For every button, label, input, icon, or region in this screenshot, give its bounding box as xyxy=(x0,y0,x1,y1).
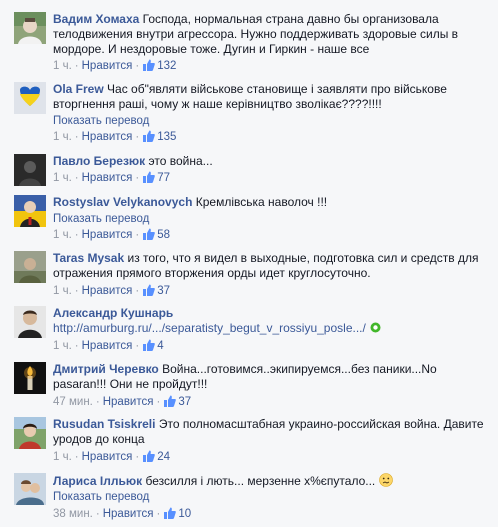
comment-author[interactable]: Rostyslav Velykanovych xyxy=(53,195,192,209)
like-button[interactable]: Нравится xyxy=(82,451,133,463)
comment: Ola Frew Час об"являти військове станови… xyxy=(0,82,490,152)
comment: Вадим Хомаха Господа, нормальная страна … xyxy=(0,12,490,72)
like-button[interactable]: Нравится xyxy=(82,131,133,143)
like-button[interactable]: Нравится xyxy=(82,60,133,72)
avatar[interactable] xyxy=(14,154,46,186)
comment-author[interactable]: Rusudan Tsiskreli xyxy=(53,417,155,431)
confused-emoji-icon xyxy=(378,473,393,487)
external-link-icon[interactable] xyxy=(370,322,381,333)
like-button[interactable]: Нравится xyxy=(82,172,133,184)
comments-feed: Вадим Хомаха Господа, нормальная страна … xyxy=(0,0,498,527)
comment-author[interactable]: Лариса Ілльюк xyxy=(53,474,142,488)
show-translation-link[interactable]: Показать перевод xyxy=(53,114,149,129)
thumbs-up-icon xyxy=(143,339,156,351)
like-button[interactable]: Нравится xyxy=(82,285,133,297)
comment-time[interactable]: 38 мин. xyxy=(53,508,93,520)
comment: Rusudan Tsiskreli Это полномасштабная ук… xyxy=(0,417,490,467)
comment-time[interactable]: 1 ч. xyxy=(53,340,72,352)
like-button[interactable]: Нравится xyxy=(103,396,154,408)
show-translation-link[interactable]: Показать перевод xyxy=(53,212,149,227)
comment: Rostyslav Velykanovych Кремлівська навол… xyxy=(0,195,490,245)
comment-time[interactable]: 1 ч. xyxy=(53,131,72,143)
like-button[interactable]: Нравится xyxy=(82,229,133,241)
thumbs-up-icon xyxy=(164,395,177,407)
comment-author[interactable]: Павло Березюк xyxy=(53,154,145,168)
comment-time[interactable]: 1 ч. xyxy=(53,285,72,297)
avatar[interactable] xyxy=(14,473,46,505)
thumbs-up-icon xyxy=(143,171,156,183)
comment-author[interactable]: Ola Frew xyxy=(53,82,104,96)
comment-time[interactable]: 1 ч. xyxy=(53,451,72,463)
comment: Павло Березюк это война... 1 ч. · Нравится… xyxy=(0,154,490,190)
comment-author[interactable]: Александр Кушнарь xyxy=(53,306,173,320)
like-count[interactable]: 58 xyxy=(142,228,170,241)
like-count[interactable]: 37 xyxy=(163,395,191,408)
comment-link[interactable]: http://amurburg.ru/.../separatisty_begut… xyxy=(53,321,366,335)
comment-author[interactable]: Taras Mysak xyxy=(53,251,124,265)
comment-text: безсилля і лють... мерзенне х%єпутало... xyxy=(145,474,376,488)
comment-time[interactable]: 1 ч. xyxy=(53,229,72,241)
like-count[interactable]: 135 xyxy=(142,130,176,143)
thumbs-up-icon xyxy=(143,130,156,142)
avatar[interactable] xyxy=(14,82,46,114)
thumbs-up-icon xyxy=(143,284,156,296)
comment-author[interactable]: Дмитрий Черевко xyxy=(53,362,159,376)
like-count[interactable]: 10 xyxy=(163,507,191,520)
comment-time[interactable]: 47 мин. xyxy=(53,396,93,408)
like-button[interactable]: Нравится xyxy=(103,508,154,520)
like-count[interactable]: 132 xyxy=(142,59,176,72)
comment-text: это война... xyxy=(148,154,213,168)
avatar[interactable] xyxy=(14,362,46,394)
thumbs-up-icon xyxy=(164,507,177,519)
like-count[interactable]: 24 xyxy=(142,450,170,463)
comment-text: Час об"являти військове становище і заяв… xyxy=(53,82,447,111)
show-translation-link[interactable]: Показать перевод xyxy=(53,490,149,505)
comment-time[interactable]: 1 ч. xyxy=(53,60,72,72)
like-button[interactable]: Нравится xyxy=(82,340,133,352)
like-count[interactable]: 4 xyxy=(142,339,164,352)
thumbs-up-icon xyxy=(143,228,156,240)
comment: Лариса Ілльюк безсилля і лють... мерзенн… xyxy=(0,473,490,525)
thumbs-up-icon xyxy=(143,59,156,71)
avatar[interactable] xyxy=(14,306,46,338)
avatar[interactable] xyxy=(14,195,46,227)
thumbs-up-icon xyxy=(143,450,156,462)
avatar[interactable] xyxy=(14,251,46,283)
comment-time[interactable]: 1 ч. xyxy=(53,172,72,184)
comment-author[interactable]: Вадим Хомаха xyxy=(53,12,139,26)
avatar[interactable] xyxy=(14,12,46,44)
comment: Дмитрий Черевко Война...готовимся..экипи… xyxy=(0,362,490,412)
like-count[interactable]: 77 xyxy=(142,171,170,184)
comment: Александр Кушнарь http://amurburg.ru/...… xyxy=(0,306,490,356)
like-count[interactable]: 37 xyxy=(142,284,170,297)
comment-text: Кремлівська наволоч !!! xyxy=(195,195,328,209)
avatar[interactable] xyxy=(14,417,46,449)
comment: Taras Mysak из того, что я видел в выход… xyxy=(0,251,490,301)
